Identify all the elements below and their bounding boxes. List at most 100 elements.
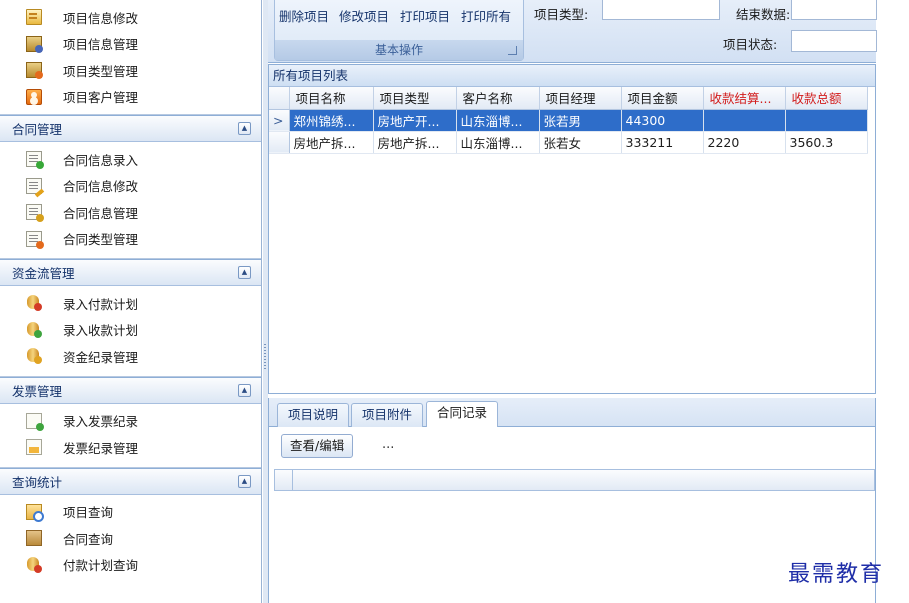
customer-icon <box>26 88 42 105</box>
splitter-grip-icon[interactable] <box>264 344 266 370</box>
sidebar-item-invoice-manage[interactable]: 发票纪录管理 <box>0 434 261 461</box>
cell-receipt-settlement[interactable]: 2220 <box>703 131 786 154</box>
nav-group-contract: 合同管理 ▲ 合同信息录入 合同信息修改 合同信息管理 合同类型管理 <box>0 114 261 258</box>
sidebar-item-project-info-manage[interactable]: 项目信息管理 <box>0 31 261 58</box>
group-header-contract[interactable]: 合同管理 ▲ <box>0 115 261 142</box>
group-body: 项目查询 合同查询 付款计划查询 <box>0 495 261 585</box>
coins-remove-icon <box>26 295 42 312</box>
sidebar-item-project-info-edit[interactable]: 项目信息修改 <box>0 4 261 31</box>
navigation-sidebar: 项目信息修改 项目信息管理 项目类型管理 项目客户管理 合同管理 ▲ 合同信息录… <box>0 0 262 603</box>
cell-customer-name[interactable]: 山东淄博... <box>456 131 540 154</box>
cell-project-type[interactable]: 房地产拆... <box>373 131 457 154</box>
ribbon-group-caption: 基本操作 <box>275 40 523 60</box>
sheet-edit-icon <box>26 177 42 194</box>
list-title: 所有项目列表 <box>269 65 875 87</box>
table-row[interactable]: > 郑州锦绣... 房地产开... 山东淄博... 张若男 44300 <box>269 109 868 132</box>
group-title: 资金流管理 <box>12 266 75 281</box>
cell-project-manager[interactable]: 张若女 <box>539 131 622 154</box>
sidebar-item-label: 录入付款计划 <box>63 296 139 312</box>
tab-project-attachments[interactable]: 项目附件 <box>351 403 424 427</box>
sidebar-item-label: 项目查询 <box>63 505 114 521</box>
sidebar-item-contract-entry[interactable]: 合同信息录入 <box>0 146 261 173</box>
row-indicator-header <box>269 87 290 110</box>
column-header-project-type[interactable]: 项目类型 <box>373 87 457 110</box>
tab-contract-records[interactable]: 合同记录 <box>426 401 499 428</box>
print-project-button[interactable]: 打印项目 <box>400 6 450 25</box>
sidebar-item-project-type-manage[interactable]: 项目类型管理 <box>0 57 261 84</box>
project-status-input[interactable] <box>791 30 877 52</box>
cell-receipt-settlement[interactable] <box>703 109 786 132</box>
collapse-icon[interactable]: ▲ <box>238 266 251 279</box>
folder-type-icon <box>26 62 43 80</box>
sheet-type-icon <box>26 230 44 249</box>
sheet-manage-icon <box>26 204 44 223</box>
column-header-customer-name[interactable]: 客户名称 <box>456 87 540 110</box>
cell-receipt-total[interactable] <box>785 109 868 132</box>
column-header-receipt-settlement[interactable]: 收款结算... <box>703 87 786 110</box>
sidebar-item-contract-query[interactable]: 合同查询 <box>0 525 261 552</box>
sidebar-item-payment-plan-entry[interactable]: 录入付款计划 <box>0 290 261 317</box>
document-edit-icon <box>26 9 42 26</box>
column-header-receipt-total[interactable]: 收款总额 <box>785 87 868 110</box>
sidebar-item-contract-edit[interactable]: 合同信息修改 <box>0 173 261 200</box>
column-header-project-manager[interactable]: 项目经理 <box>539 87 622 110</box>
sidebar-item-label: 项目信息管理 <box>63 37 139 53</box>
cell-project-type[interactable]: 房地产开... <box>373 109 457 132</box>
sidebar-item-fund-record-manage[interactable]: 资金纪录管理 <box>0 343 261 370</box>
coins-manage-icon <box>26 348 42 365</box>
group-title: 合同管理 <box>12 122 63 137</box>
print-all-button[interactable]: 打印所有 <box>461 6 511 25</box>
group-header-cashflow[interactable]: 资金流管理 ▲ <box>0 259 261 286</box>
delete-project-button[interactable]: 删除项目 <box>279 6 329 25</box>
sidebar-item-label: 合同信息修改 <box>63 179 139 195</box>
sheet-add-icon <box>26 151 44 170</box>
view-edit-button[interactable]: 查看/编辑 <box>281 434 354 458</box>
sidebar-item-label: 付款计划查询 <box>63 558 139 574</box>
group-header-invoice[interactable]: 发票管理 ▲ <box>0 376 261 404</box>
right-margin <box>877 0 909 603</box>
collapse-icon[interactable]: ▲ <box>238 383 251 397</box>
cell-project-name[interactable]: 房地产拆... <box>289 131 374 154</box>
edit-project-button[interactable]: 修改项目 <box>339 6 389 25</box>
project-type-input[interactable] <box>602 0 720 20</box>
sidebar-item-label: 资金纪录管理 <box>63 349 139 365</box>
coins-remove-icon <box>26 556 42 573</box>
end-data-input[interactable] <box>791 0 877 20</box>
group-header-query[interactable]: 查询统计 ▲ <box>0 467 261 495</box>
sidebar-item-invoice-entry[interactable]: 录入发票纪录 <box>0 408 261 435</box>
project-nav-list: 项目信息修改 项目信息管理 项目类型管理 项目客户管理 <box>0 0 261 110</box>
more-button[interactable]: ... <box>382 437 394 452</box>
book-icon <box>26 530 42 547</box>
invoice-manage-icon <box>26 439 42 456</box>
collapse-icon[interactable]: ▲ <box>238 122 251 135</box>
cell-project-amount[interactable]: 44300 <box>621 109 704 132</box>
coins-add-icon <box>26 321 42 338</box>
column-header-project-name[interactable]: 项目名称 <box>289 87 374 110</box>
end-data-label: 结束数据: <box>736 7 791 22</box>
collapse-icon[interactable]: ▲ <box>238 474 251 488</box>
cell-project-amount[interactable]: 333211 <box>621 131 704 154</box>
sidebar-item-receipt-plan-entry[interactable]: 录入收款计划 <box>0 317 261 344</box>
sidebar-item-payment-plan-query[interactable]: 付款计划查询 <box>0 552 261 579</box>
sidebar-item-label: 项目客户管理 <box>63 90 139 106</box>
sidebar-item-project-customer-manage[interactable]: 项目客户管理 <box>0 84 261 111</box>
cell-customer-name[interactable]: 山东淄博... <box>456 109 540 132</box>
project-type-label: 项目类型: <box>534 7 589 22</box>
sidebar-item-label: 合同信息录入 <box>63 152 139 168</box>
tab-project-description[interactable]: 项目说明 <box>277 403 350 427</box>
cell-receipt-total[interactable]: 3560.3 <box>785 131 868 154</box>
sidebar-item-label: 录入发票纪录 <box>63 414 139 430</box>
sidebar-item-contract-manage[interactable]: 合同信息管理 <box>0 199 261 226</box>
column-header-project-amount[interactable]: 项目金额 <box>621 87 704 110</box>
cell-project-name[interactable]: 郑州锦绣... <box>289 109 374 132</box>
nav-group-cashflow: 资金流管理 ▲ 录入付款计划 录入收款计划 资金纪录管理 <box>0 258 261 376</box>
dialog-launcher-icon[interactable] <box>508 46 517 55</box>
sidebar-item-label: 录入收款计划 <box>63 323 139 339</box>
tab-strip: 项目说明 项目附件 合同记录 <box>269 398 875 428</box>
sidebar-item-contract-type[interactable]: 合同类型管理 <box>0 226 261 253</box>
cell-project-manager[interactable]: 张若男 <box>539 109 622 132</box>
tab-content: 查看/编辑 ... <box>269 427 875 603</box>
table-row[interactable]: 房地产拆... 房地产拆... 山东淄博... 张若女 333211 2220 … <box>269 131 868 154</box>
project-list-panel: 所有项目列表 项目名称 项目类型 客户名称 项目经理 项目金额 收款结算... … <box>268 64 876 394</box>
sidebar-item-project-query[interactable]: 项目查询 <box>0 499 261 526</box>
